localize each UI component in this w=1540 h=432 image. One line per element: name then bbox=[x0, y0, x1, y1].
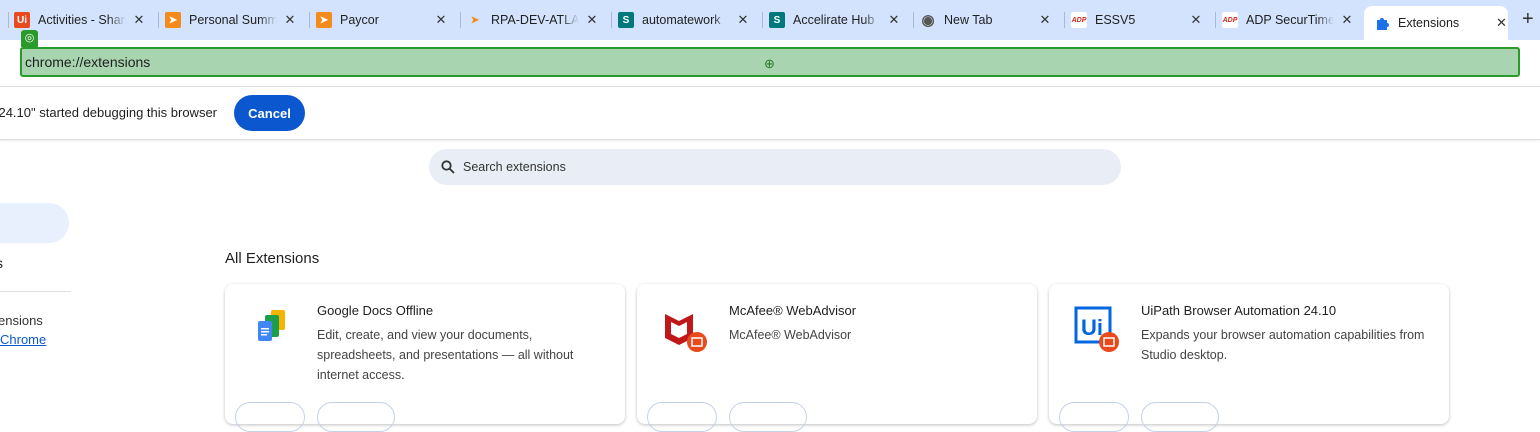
details-button[interactable] bbox=[647, 402, 717, 432]
chrome-icon: ◉ bbox=[921, 12, 935, 29]
tab[interactable]: S Accelirate Hub ✕ bbox=[769, 6, 901, 34]
extension-name: McAfee® WebAdvisor bbox=[729, 303, 857, 318]
details-button[interactable] bbox=[235, 402, 305, 432]
tab-title: Activities - SharePoint bbox=[38, 13, 126, 27]
extension-name: Google Docs Offline bbox=[317, 303, 434, 318]
tab-separator bbox=[762, 12, 763, 28]
paycor-icon: ➤ bbox=[316, 12, 332, 28]
details-button[interactable] bbox=[1059, 402, 1129, 432]
close-tab-icon[interactable]: ✕ bbox=[887, 12, 901, 28]
infobar-message: 24.10" started debugging this browser bbox=[0, 105, 217, 120]
extension-card: Google Docs Offline Edit, create, and vi… bbox=[225, 284, 625, 432]
search-placeholder: Search extensions bbox=[463, 160, 566, 174]
extension-description: Edit, create, and view your documents, s… bbox=[317, 328, 574, 382]
remove-button[interactable] bbox=[729, 402, 807, 432]
close-tab-icon[interactable]: ✕ bbox=[434, 12, 448, 28]
extension-description: McAfee® WebAdvisor bbox=[729, 328, 852, 342]
tab-separator bbox=[460, 12, 461, 28]
tab-title: automatework bbox=[642, 13, 721, 27]
close-tab-icon[interactable]: ✕ bbox=[736, 12, 750, 28]
adp-icon: ADP bbox=[1222, 12, 1238, 28]
tab-title: Extensions bbox=[1398, 16, 1460, 30]
puzzle-icon bbox=[1374, 15, 1390, 31]
close-tab-icon[interactable]: ✕ bbox=[1340, 12, 1354, 28]
tab-title: RPA-DEV-ATLAS bbox=[491, 13, 579, 27]
close-tab-icon[interactable]: ✕ bbox=[1038, 12, 1052, 28]
tab-separator bbox=[309, 12, 310, 28]
tab-separator bbox=[611, 12, 612, 28]
tab[interactable]: ◉ New Tab ✕ bbox=[920, 6, 1052, 34]
sidebar-divider bbox=[0, 291, 71, 292]
cancel-button[interactable]: Cancel bbox=[234, 95, 305, 131]
sidebar-item-extensions[interactable] bbox=[0, 203, 69, 243]
tab-title: Accelirate Hub bbox=[793, 13, 875, 27]
close-tab-icon[interactable]: ✕ bbox=[283, 12, 297, 28]
remove-button[interactable] bbox=[317, 402, 395, 432]
adp-icon: ADP bbox=[1071, 12, 1087, 28]
uipath-icon: Ui bbox=[1073, 306, 1121, 354]
tab-extensions[interactable]: Extensions ✕ bbox=[1364, 6, 1508, 40]
sharepoint-icon: S bbox=[769, 12, 785, 28]
search-icon bbox=[441, 160, 455, 174]
mcafee-icon bbox=[661, 306, 709, 354]
svg-text:Ui: Ui bbox=[1081, 315, 1103, 340]
tab-title: ESSV5 bbox=[1095, 13, 1136, 27]
close-tab-icon[interactable]: ✕ bbox=[585, 12, 599, 28]
search-extensions-input[interactable]: Search extensions bbox=[429, 149, 1121, 185]
extension-card: Ui UiPath Browser Automation 24.10 Expan… bbox=[1049, 284, 1449, 432]
section-title: All Extensions bbox=[225, 250, 320, 267]
tab[interactable]: ADP ESSV5 ✕ bbox=[1071, 6, 1203, 34]
sharepoint-icon: S bbox=[618, 12, 634, 28]
extension-description: Expands your browser automation capabili… bbox=[1141, 328, 1425, 362]
paycor-icon: ➤ bbox=[165, 12, 181, 28]
uipath-icon: Ui bbox=[14, 12, 30, 28]
new-tab-button[interactable]: + bbox=[1522, 8, 1534, 31]
tab-separator bbox=[1215, 12, 1216, 28]
tab[interactable]: Sautomatework ✕ bbox=[618, 6, 750, 34]
crosshair-icon: ⊕ bbox=[764, 56, 775, 71]
google-docs-icon bbox=[249, 306, 297, 354]
tab-title: New Tab bbox=[944, 13, 993, 27]
tab[interactable]: ➤ Personal Summary ✕ bbox=[165, 6, 297, 34]
tab[interactable]: ➤ Paycor ✕ bbox=[316, 6, 448, 34]
paycor-arrow-icon: ➤ bbox=[470, 14, 480, 26]
remove-button[interactable] bbox=[1141, 402, 1219, 432]
sidebar-text: ensions bbox=[0, 313, 43, 328]
close-tab-icon[interactable]: ✕ bbox=[132, 12, 146, 28]
extension-card: McAfee® WebAdvisor McAfee® WebAdvisor bbox=[637, 284, 1037, 432]
tab[interactable]: ➤ RPA-DEV-ATLAS ✕ bbox=[467, 6, 599, 34]
tab-title: Paycor bbox=[340, 13, 379, 27]
tab-title: ADP SecurTime bbox=[1246, 13, 1334, 27]
tab-separator bbox=[8, 12, 9, 28]
close-tab-icon[interactable]: ✕ bbox=[1189, 12, 1203, 28]
tab-separator bbox=[1064, 12, 1065, 28]
close-tab-icon[interactable]: ✕ bbox=[1495, 15, 1508, 31]
tab-separator bbox=[913, 12, 914, 28]
sidebar-item-shortcuts[interactable]: s bbox=[0, 255, 3, 271]
automation-target-tag-icon: ◎ bbox=[21, 30, 38, 47]
tab[interactable]: ADP ADP SecurTime ✕ bbox=[1222, 6, 1354, 34]
tab-strip: Ui Activities - SharePoint ✕ ➤ Personal Summ… bbox=[0, 0, 1540, 40]
chrome-web-store-link[interactable]: Chrome bbox=[0, 332, 46, 347]
debugging-infobar: 24.10" started debugging this browser Ca… bbox=[0, 87, 1540, 140]
extension-name: UiPath Browser Automation 24.10 bbox=[1141, 303, 1337, 318]
tab-separator bbox=[158, 12, 159, 28]
tab-title: Personal Summary bbox=[189, 13, 277, 27]
